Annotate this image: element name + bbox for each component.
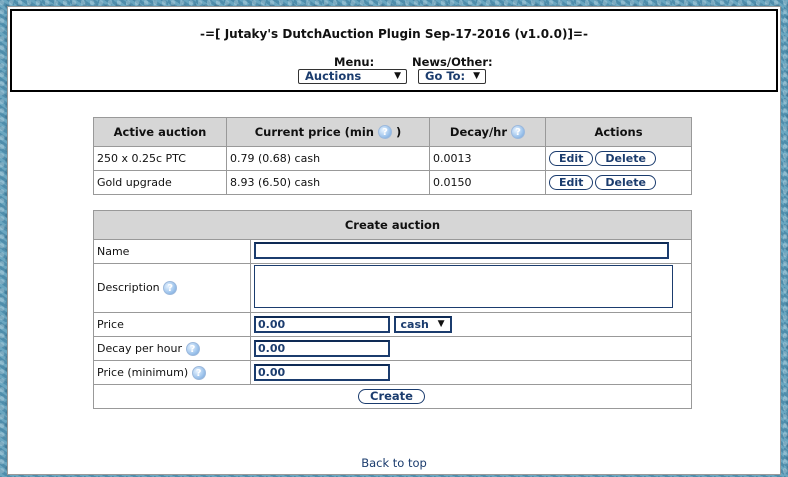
auction-name: Gold upgrade xyxy=(93,170,227,195)
price-cell: 0.00 cash ▼ xyxy=(250,312,692,337)
menu-label: Menu: xyxy=(334,55,375,69)
decay-input[interactable]: 0.00 xyxy=(254,340,390,357)
edit-button[interactable]: Edit xyxy=(549,175,594,190)
col-decay-label: Decay/hr xyxy=(449,124,508,139)
news-other-select[interactable]: Go To: ▼ xyxy=(418,69,486,84)
submit-cell: Create xyxy=(93,384,692,409)
col-decay: Decay/hr ? xyxy=(429,117,546,147)
price-input[interactable]: 0.00 xyxy=(254,316,390,333)
chevron-down-icon: ▼ xyxy=(394,71,401,81)
name-cell xyxy=(250,239,692,264)
create-button[interactable]: Create xyxy=(358,389,425,404)
auction-price: 0.79 (0.68) cash xyxy=(226,146,430,171)
description-label: Description xyxy=(97,281,160,294)
col-current-price-close: ) xyxy=(396,124,402,139)
col-current-price-label: Current price (min xyxy=(254,124,374,139)
help-icon[interactable]: ? xyxy=(191,365,206,380)
create-auction-heading: Create auction xyxy=(93,210,692,240)
news-other-label: News/Other: xyxy=(412,55,493,69)
price-label: Price xyxy=(93,312,251,337)
table-header-row: Active auction Current price (min ? ) De… xyxy=(93,117,692,147)
col-actions: Actions xyxy=(545,117,692,147)
table-row: 250 x 0.25c PTC 0.79 (0.68) cash 0.0013 … xyxy=(93,146,692,171)
help-icon[interactable]: ? xyxy=(511,125,526,140)
auction-actions: Edit Delete xyxy=(545,146,692,171)
form-row-min-price: Price (minimum) ? 0.00 xyxy=(93,360,692,385)
min-price-cell: 0.00 xyxy=(250,360,692,385)
description-textarea[interactable] xyxy=(254,265,673,308)
col-active-auction: Active auction xyxy=(93,117,227,147)
form-row-decay: Decay per hour ? 0.00 xyxy=(93,336,692,361)
form-row-name: Name xyxy=(93,239,692,264)
col-current-price: Current price (min ? ) xyxy=(226,117,430,147)
auction-price: 8.93 (6.50) cash xyxy=(226,170,430,195)
min-price-label-cell: Price (minimum) ? xyxy=(93,360,251,385)
help-icon[interactable]: ? xyxy=(163,281,178,295)
page-frame: -=[ Jutaky's DutchAuction Plugin Sep-17-… xyxy=(7,6,781,475)
form-row-price: Price 0.00 cash ▼ xyxy=(93,312,692,337)
auction-decay: 0.0013 xyxy=(429,146,546,171)
currency-select-value: cash xyxy=(400,318,429,331)
plugin-header: -=[ Jutaky's DutchAuction Plugin Sep-17-… xyxy=(10,9,778,92)
min-price-input[interactable]: 0.00 xyxy=(254,364,390,381)
description-cell xyxy=(250,263,692,313)
back-to-top-link[interactable]: Back to top xyxy=(8,456,780,470)
delete-button[interactable]: Delete xyxy=(595,151,656,166)
help-icon[interactable]: ? xyxy=(185,341,200,356)
active-auctions-table: Active auction Current price (min ? ) De… xyxy=(93,117,692,195)
auction-name: 250 x 0.25c PTC xyxy=(93,146,227,171)
form-row-submit: Create xyxy=(93,384,692,409)
decay-label-cell: Decay per hour ? xyxy=(93,336,251,361)
decay-label: Decay per hour xyxy=(97,341,182,355)
menu-select-value: Auctions xyxy=(305,69,362,83)
name-input[interactable] xyxy=(254,241,669,259)
help-icon[interactable]: ? xyxy=(378,125,393,140)
currency-select[interactable]: cash ▼ xyxy=(393,316,452,333)
form-header-row: Create auction xyxy=(93,210,692,240)
chevron-down-icon: ▼ xyxy=(473,71,480,81)
form-row-description: Description ? xyxy=(93,263,692,313)
auction-decay: 0.0150 xyxy=(429,170,546,195)
description-label-cell: Description ? xyxy=(93,263,251,313)
name-label: Name xyxy=(93,239,251,264)
auction-actions: Edit Delete xyxy=(545,170,692,195)
delete-button[interactable]: Delete xyxy=(595,175,656,190)
edit-button[interactable]: Edit xyxy=(549,151,594,166)
menu-select[interactable]: Auctions ▼ xyxy=(298,69,407,84)
decay-cell: 0.00 xyxy=(250,336,692,361)
table-row: Gold upgrade 8.93 (6.50) cash 0.0150 Edi… xyxy=(93,170,692,195)
create-auction-form: Create auction Name Description ? Price … xyxy=(93,210,692,409)
chevron-down-icon: ▼ xyxy=(437,319,445,329)
min-price-label: Price (minimum) xyxy=(97,365,189,379)
page-title: -=[ Jutaky's DutchAuction Plugin Sep-17-… xyxy=(200,27,588,41)
news-other-select-value: Go To: xyxy=(425,69,466,83)
